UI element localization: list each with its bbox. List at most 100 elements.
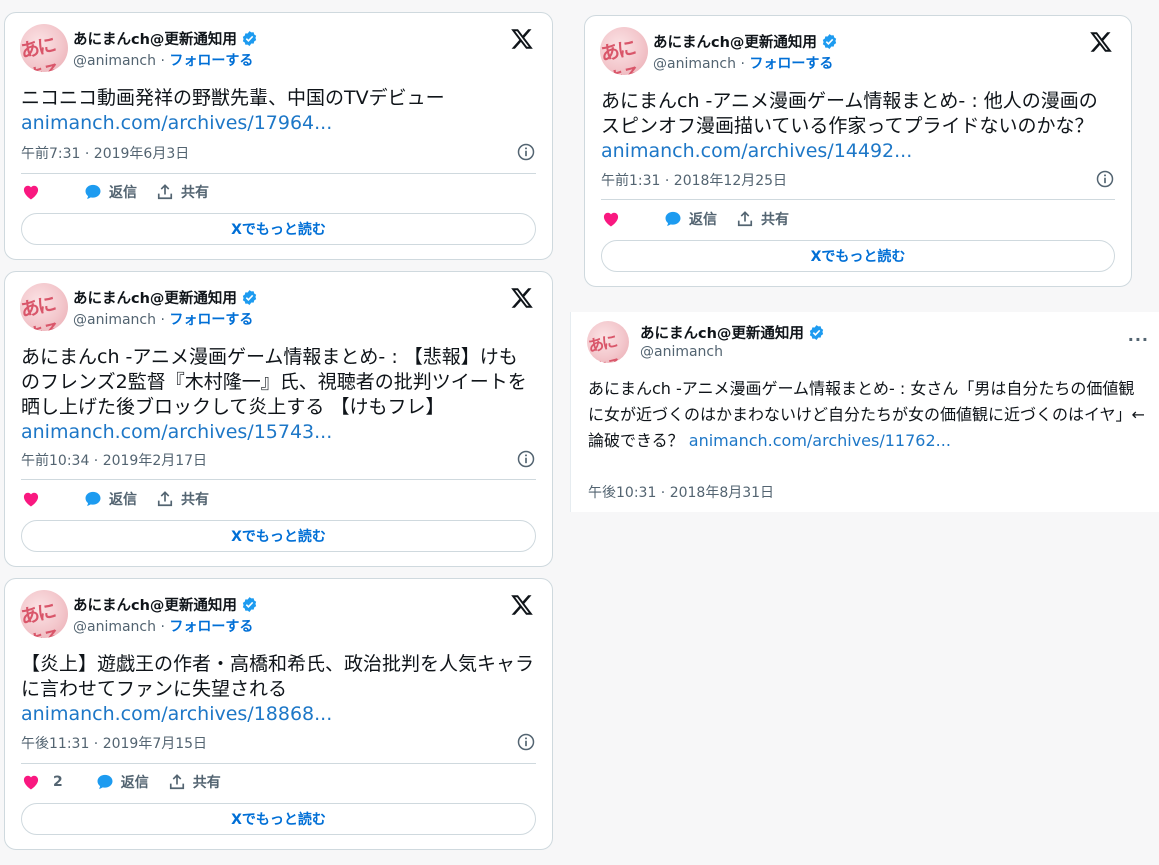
divider <box>21 173 536 174</box>
tweet-body: あにまんch -アニメ漫画ゲーム情報まとめ- : 他人の漫画のスピンオフ漫画描い… <box>601 90 1098 137</box>
info-icon[interactable] <box>516 142 536 162</box>
display-name[interactable]: あにまんch@更新通知用 <box>73 287 237 308</box>
heart-icon <box>23 492 39 507</box>
share-label: 共有 <box>181 492 209 508</box>
reply-button[interactable]: 返信 <box>663 209 717 229</box>
reply-button[interactable]: 返信 <box>83 489 137 509</box>
follow-button[interactable]: フォローする <box>749 56 833 72</box>
handle[interactable]: @animanch <box>653 56 736 72</box>
info-icon[interactable] <box>516 449 536 469</box>
avatar[interactable]: あにまる <box>587 321 629 363</box>
divider <box>21 479 536 480</box>
share-icon <box>169 774 184 790</box>
follow-button[interactable]: フォローする <box>169 312 253 328</box>
tweet-actions: 返信 共有 <box>601 207 807 231</box>
like-button[interactable] <box>21 489 51 509</box>
heart-icon <box>23 185 39 200</box>
verified-icon <box>242 289 257 305</box>
tweet-timestamp[interactable]: 午後11:31 · 2019年7月15日 <box>21 733 207 753</box>
x-logo-icon[interactable] <box>510 593 534 617</box>
display-name[interactable]: あにまんch@更新通知用 <box>640 322 804 343</box>
separator: · <box>156 312 170 328</box>
like-button[interactable] <box>601 209 631 229</box>
tweet-body: 【炎上】遊戯王の作者・高橋和希氏、政治批判を人気キャラに言わせてファンに失望され… <box>21 653 535 700</box>
heart-icon <box>23 775 39 790</box>
avatar-logo: あにまる <box>600 37 642 75</box>
tweet-timestamp[interactable]: 午前1:31 · 2018年12月25日 <box>601 170 787 190</box>
read-more-button[interactable]: Xでもっと読む <box>601 240 1115 272</box>
info-icon[interactable] <box>1095 169 1115 189</box>
reply-icon <box>665 211 681 227</box>
like-button[interactable]: 2 <box>21 772 67 792</box>
heart-icon <box>603 212 619 227</box>
reply-label: 返信 <box>120 775 149 791</box>
avatar[interactable]: あにまる <box>20 283 68 331</box>
avatar[interactable]: あにまる <box>20 590 68 638</box>
display-name[interactable]: あにまんch@更新通知用 <box>73 28 237 49</box>
share-label: 共有 <box>761 212 789 228</box>
reply-button[interactable]: 返信 <box>95 772 149 792</box>
reply-icon <box>97 774 113 790</box>
like-button[interactable] <box>21 182 51 202</box>
handle[interactable]: @animanch <box>73 312 156 328</box>
reply-button[interactable]: 返信 <box>83 182 137 202</box>
handle[interactable]: @animanch <box>73 619 156 635</box>
tweet-link[interactable]: animanch.com/archives/17964... <box>21 112 332 134</box>
share-button[interactable]: 共有 <box>155 489 209 509</box>
tweet-actions: 返信 共有 <box>21 487 227 511</box>
reply-label: 返信 <box>689 212 717 228</box>
tweet-actions: 返信 共有 <box>21 180 227 204</box>
handle[interactable]: @animanch <box>640 344 723 360</box>
read-more-button[interactable]: Xでもっと読む <box>21 803 536 835</box>
x-logo-icon[interactable] <box>510 286 534 310</box>
more-options-icon[interactable]: ··· <box>1128 330 1149 349</box>
share-button[interactable]: 共有 <box>735 209 789 229</box>
follow-button[interactable]: フォローする <box>169 53 253 69</box>
avatar[interactable]: あにまる <box>600 27 648 75</box>
x-logo-icon[interactable] <box>510 27 534 51</box>
info-icon[interactable] <box>516 732 536 752</box>
tweet-embed: あにまる あにまんch@更新通知用 @animanch ··· あにまんch -… <box>570 312 1159 512</box>
tweet-link[interactable]: animanch.com/archives/11762... <box>689 431 951 450</box>
separator: · <box>736 56 750 72</box>
tweet-timestamp[interactable]: 午前7:31 · 2019年6月3日 <box>21 143 189 163</box>
display-name[interactable]: あにまんch@更新通知用 <box>653 31 817 52</box>
reply-icon <box>85 184 101 200</box>
avatar[interactable]: あにまる <box>20 24 68 72</box>
avatar-logo: あにまる <box>20 293 62 331</box>
avatar-logo: あにまる <box>20 600 62 638</box>
divider <box>21 763 536 764</box>
share-label: 共有 <box>181 185 209 201</box>
reply-label: 返信 <box>109 492 137 508</box>
verified-icon <box>242 30 257 46</box>
tweet-card: あにまる あにまんch@更新通知用 @animanch · フォローする 【炎上… <box>4 578 553 850</box>
share-icon <box>157 184 173 200</box>
tweet-text: ニコニコ動画発祥の野獣先輩、中国のTVデビュー animanch.com/arch… <box>21 86 536 136</box>
tweet-card: あにまる あにまんch@更新通知用 @animanch · フォローする ニコニ… <box>4 12 553 260</box>
tweet-timestamp[interactable]: 午前10:34 · 2019年2月17日 <box>21 450 207 470</box>
handle[interactable]: @animanch <box>73 53 156 69</box>
reply-icon <box>85 491 101 507</box>
tweet-card: あにまる あにまんch@更新通知用 @animanch · フォローする あにま… <box>584 15 1132 287</box>
avatar-logo: あにまる <box>587 331 623 363</box>
display-name[interactable]: あにまんch@更新通知用 <box>73 594 237 615</box>
verified-icon <box>822 33 837 49</box>
read-more-button[interactable]: Xでもっと読む <box>21 213 536 245</box>
divider <box>601 199 1115 200</box>
share-button[interactable]: 共有 <box>155 182 209 202</box>
x-logo-icon[interactable] <box>1089 30 1113 54</box>
tweet-text: あにまんch -アニメ漫画ゲーム情報まとめ- : 女さん「男は自分たちの価値観に… <box>588 376 1149 454</box>
follow-button[interactable]: フォローする <box>169 619 253 635</box>
read-more-button[interactable]: Xでもっと読む <box>21 520 536 552</box>
tweet-card: あにまる あにまんch@更新通知用 @animanch · フォローする あにま… <box>4 271 553 567</box>
like-count: 2 <box>53 774 63 790</box>
tweet-link[interactable]: animanch.com/archives/18868... <box>21 703 332 725</box>
reply-label: 返信 <box>109 185 137 201</box>
share-icon <box>157 491 173 507</box>
share-button[interactable]: 共有 <box>167 772 221 792</box>
tweet-text: あにまんch -アニメ漫画ゲーム情報まとめ- : 他人の漫画のスピンオフ漫画描い… <box>601 89 1115 164</box>
share-label: 共有 <box>192 775 221 791</box>
tweet-timestamp[interactable]: 午後10:31 · 2018年8月31日 <box>588 482 774 502</box>
tweet-link[interactable]: animanch.com/archives/15743... <box>21 421 332 443</box>
tweet-link[interactable]: animanch.com/archives/14492... <box>601 140 912 162</box>
